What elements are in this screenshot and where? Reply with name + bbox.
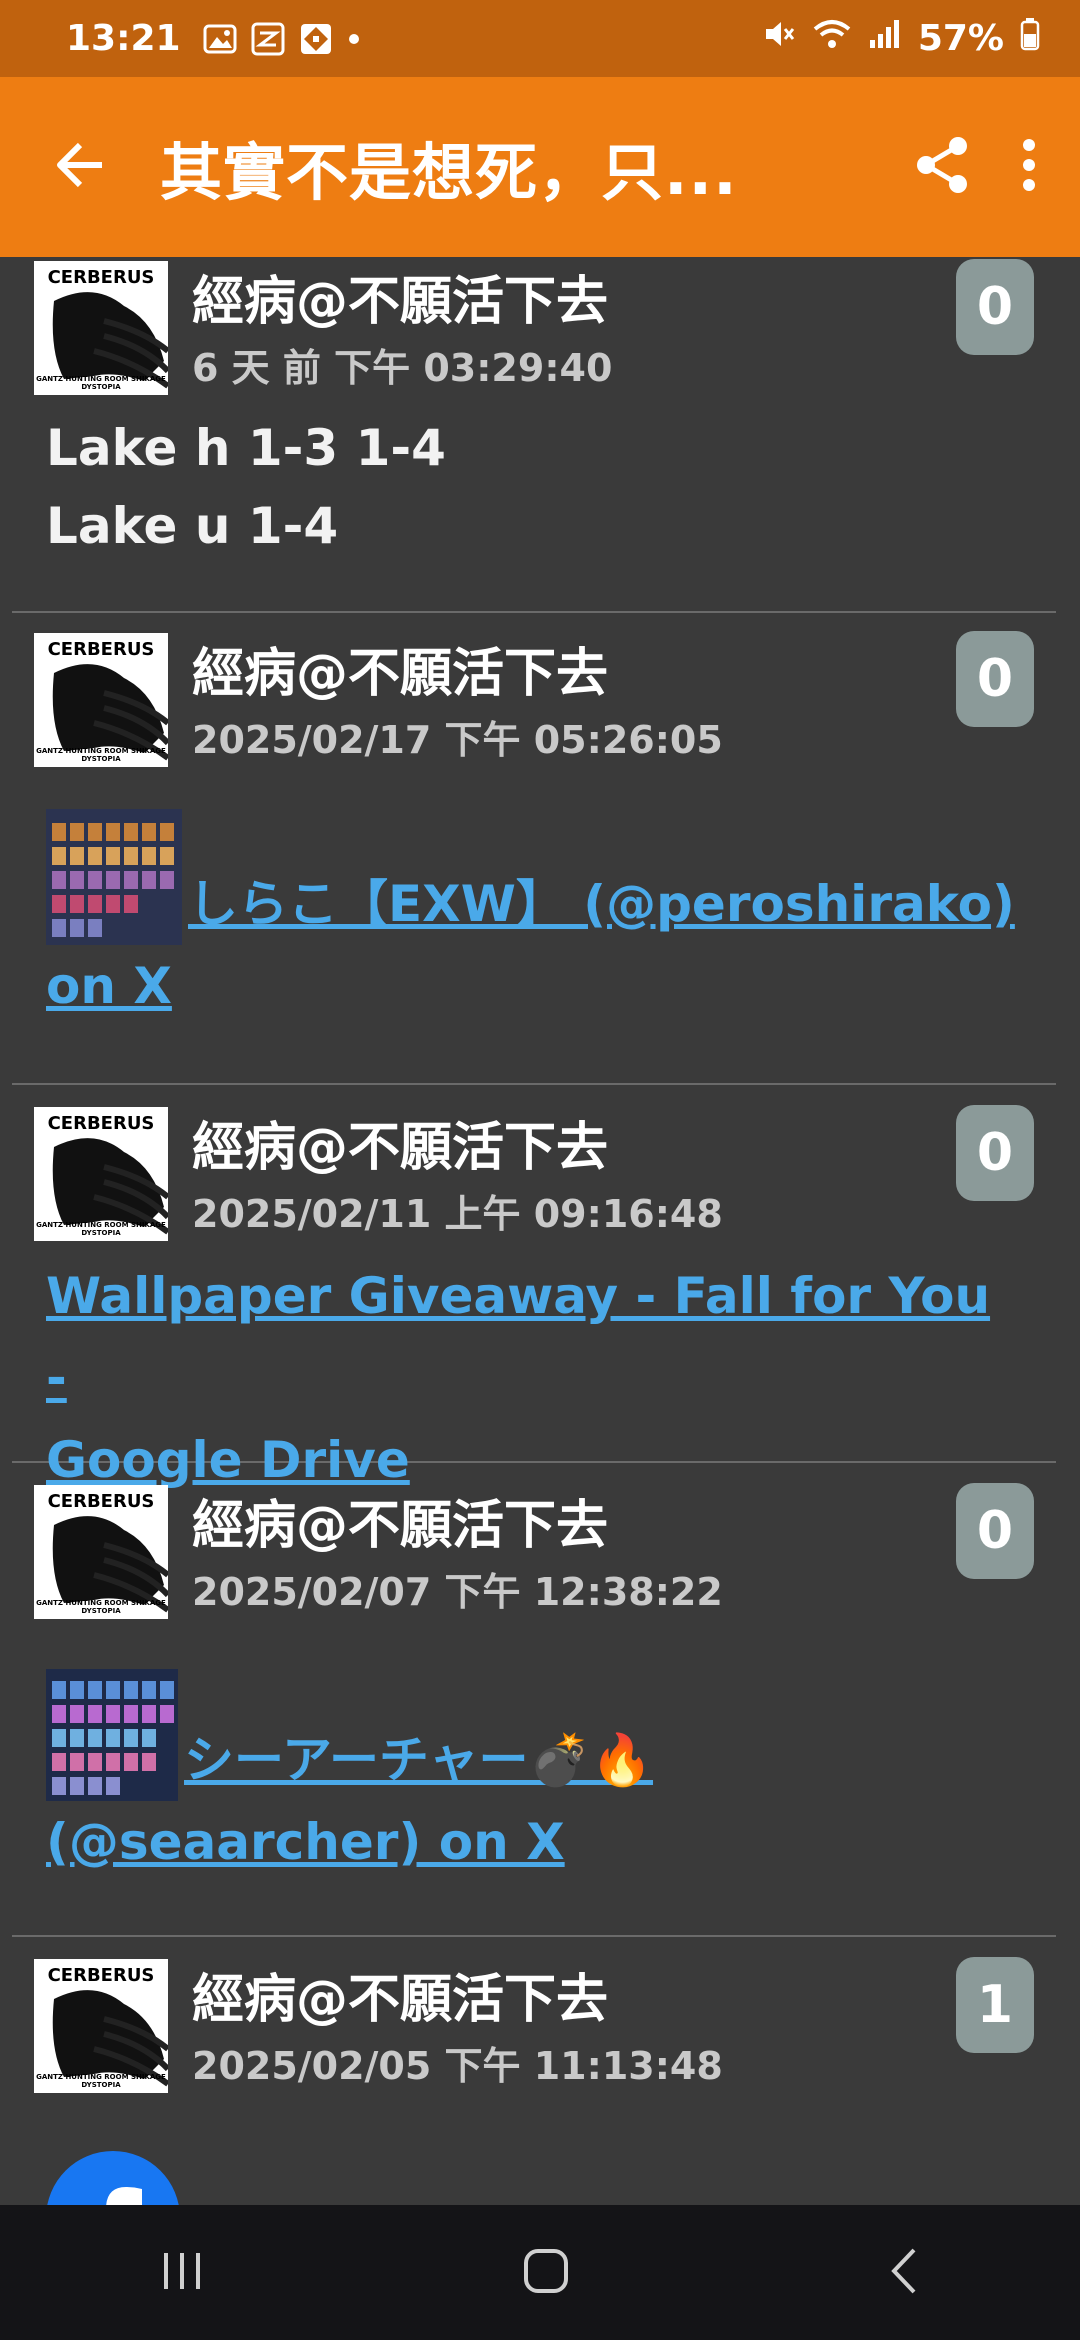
post-list[interactable]: CERBERUS GANTZ HUNTING ROOM SHIKAGE DYST… <box>0 257 1080 2205</box>
battery-icon <box>1020 17 1040 60</box>
post-author[interactable]: 經病@不願活下去 <box>192 1105 608 1180</box>
avatar[interactable]: CERBERUS GANTZ HUNTING ROOM SHIKAGE DYST… <box>34 633 168 767</box>
post-author[interactable]: 經病@不願活下去 <box>192 1957 608 2032</box>
post-author[interactable]: 經病@不願活下去 <box>192 259 608 334</box>
avatar[interactable]: CERBERUS GANTZ HUNTING ROOM SHIKAGE DYST… <box>34 1959 168 2093</box>
post-body: Lake h 1-3 1-4 Lake u 1-4 <box>46 409 446 565</box>
link-text[interactable]: Wallpaper Giveaway - Fall for You - <box>46 1267 990 1407</box>
avatar-footer: GANTZ HUNTING ROOM SHIKAGE DYSTOPIA <box>36 747 166 763</box>
page-title: 其實不是想死，只... <box>160 136 738 209</box>
reply-count-badge[interactable]: 1 <box>956 1957 1034 2053</box>
more-options-button[interactable] <box>1022 138 1036 196</box>
avatar[interactable]: CERBERUS GANTZ HUNTING ROOM SHIKAGE DYST… <box>34 1107 168 1241</box>
avatar-footer: GANTZ HUNTING ROOM SHIKAGE DYSTOPIA <box>36 2073 166 2089</box>
post-link[interactable]: シーアーチャー💣🔥 (@seaarcher) on X <box>46 1669 1016 1883</box>
app-icon-2 <box>299 22 333 56</box>
mute-icon <box>762 17 796 60</box>
list-item: CERBERUS GANTZ HUNTING ROOM SHIKAGE DYST… <box>12 613 1056 1085</box>
system-nav-bar <box>0 2205 1080 2340</box>
link-text[interactable]: on X <box>46 957 172 1015</box>
post-text-line: Lake h 1-3 1-4 <box>46 419 446 477</box>
link-text[interactable]: しらこ【EXW】 (@peroshirako) <box>188 875 1015 933</box>
post-time: 2025/02/11 上午 09:16:48 <box>192 1192 723 1236</box>
app-bar: 其實不是想死，只... <box>0 77 1080 257</box>
status-time: 13:21 <box>66 18 181 59</box>
arrow-left-icon <box>54 139 106 195</box>
post-author[interactable]: 經病@不願活下去 <box>192 631 608 706</box>
list-item: CERBERUS GANTZ HUNTING ROOM SHIKAGE DYST… <box>12 1085 1056 1489</box>
list-item: CERBERUS GANTZ HUNTING ROOM SHIKAGE DYST… <box>12 1463 1056 1937</box>
reply-count-badge[interactable]: 0 <box>956 1483 1034 1579</box>
status-bar: 13:21 57% <box>0 0 1080 77</box>
reply-count-badge[interactable]: 0 <box>956 1105 1034 1201</box>
post-link[interactable]: しらこ【EXW】 (@peroshirako) on X <box>46 809 1016 1027</box>
link-text[interactable]: シーアーチャー💣🔥 <box>184 1731 653 1789</box>
post-time: 2025/02/05 下午 11:13:48 <box>192 2044 723 2088</box>
avatar[interactable]: CERBERUS GANTZ HUNTING ROOM SHIKAGE DYST… <box>34 1485 168 1619</box>
link-thumbnail[interactable] <box>46 1669 178 1801</box>
avatar-footer: GANTZ HUNTING ROOM SHIKAGE DYSTOPIA <box>36 1599 166 1615</box>
facebook-icon[interactable] <box>46 2151 180 2205</box>
home-icon[interactable] <box>521 2246 571 2300</box>
battery-text: 57% <box>917 18 1004 59</box>
reply-count-badge[interactable]: 0 <box>956 631 1034 727</box>
post-author[interactable]: 經病@不願活下去 <box>192 1483 608 1558</box>
wifi-icon <box>812 17 852 60</box>
post-time: 2025/02/07 下午 12:38:22 <box>192 1570 723 1614</box>
post-text-line: Lake u 1-4 <box>46 497 339 555</box>
list-item: CERBERUS GANTZ HUNTING ROOM SHIKAGE DYST… <box>12 1937 1056 2205</box>
avatar-footer: GANTZ HUNTING ROOM SHIKAGE DYSTOPIA <box>36 1221 166 1237</box>
dot-icon <box>347 32 361 46</box>
gallery-icon <box>203 23 237 55</box>
recents-icon[interactable] <box>158 2249 206 2297</box>
post-time: 2025/02/17 下午 05:26:05 <box>192 718 723 762</box>
reply-count-badge[interactable]: 0 <box>956 259 1034 355</box>
list-item: CERBERUS GANTZ HUNTING ROOM SHIKAGE DYST… <box>12 257 1056 613</box>
share-button[interactable] <box>914 136 970 198</box>
post-time: 6 天 前 下午 03:29:40 <box>192 346 613 390</box>
back-button[interactable] <box>0 139 160 195</box>
app-icon <box>251 22 285 56</box>
back-icon[interactable] <box>886 2246 922 2300</box>
link-text[interactable]: (@seaarcher) on X <box>46 1813 565 1871</box>
link-thumbnail[interactable] <box>46 809 182 945</box>
avatar-footer: GANTZ HUNTING ROOM SHIKAGE DYSTOPIA <box>36 375 166 391</box>
signal-icon <box>868 18 902 59</box>
avatar[interactable]: CERBERUS GANTZ HUNTING ROOM SHIKAGE DYST… <box>34 261 168 395</box>
